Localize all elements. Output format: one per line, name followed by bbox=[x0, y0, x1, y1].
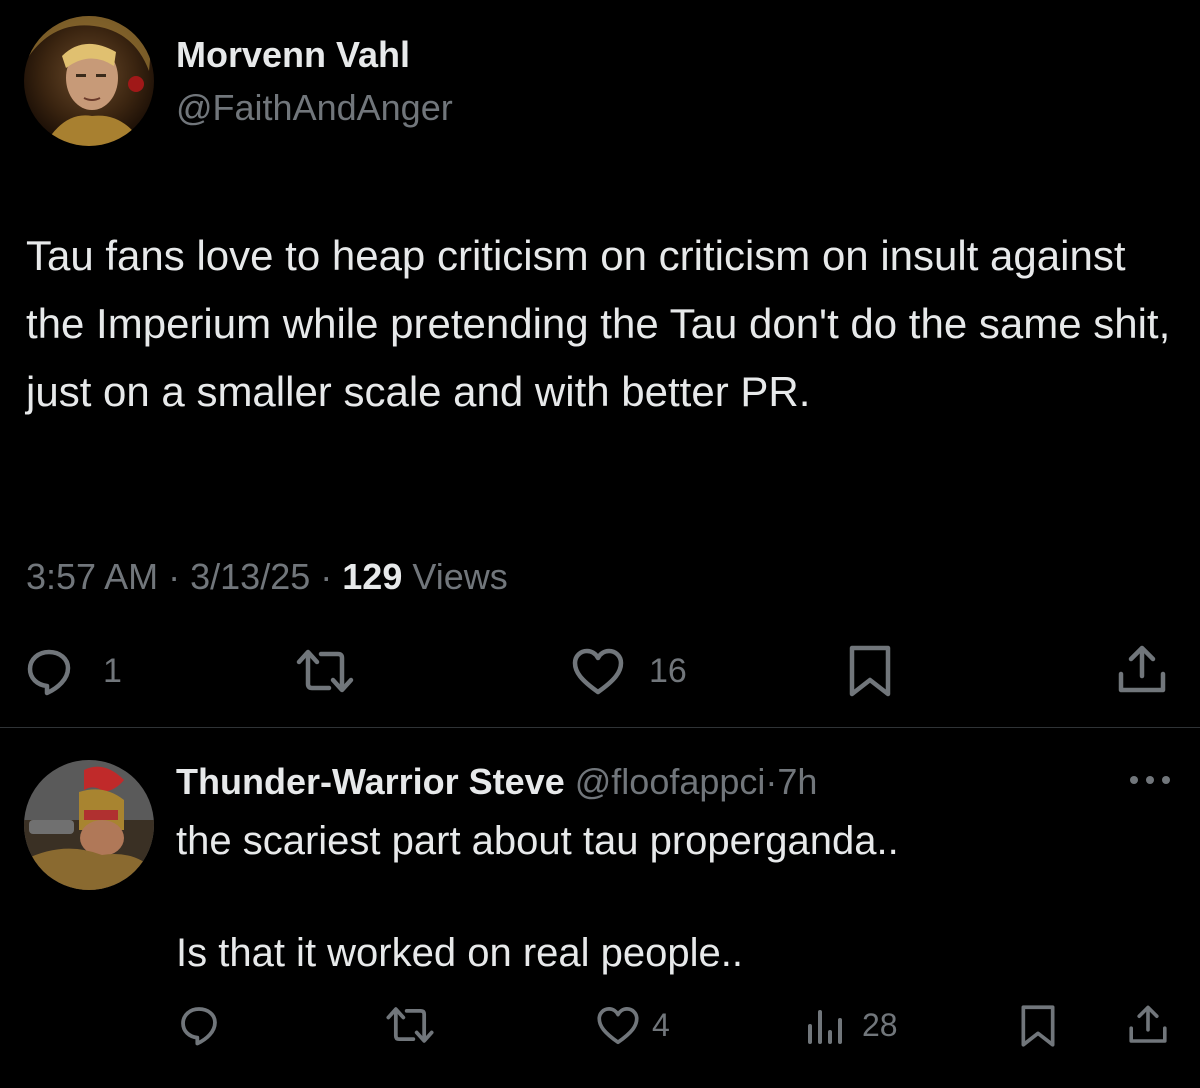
main-author-handle[interactable]: @FaithAndAnger bbox=[176, 87, 453, 129]
meta-separator: · bbox=[320, 556, 333, 597]
views-count: 129 bbox=[342, 556, 403, 597]
more-dots-icon bbox=[1130, 776, 1170, 784]
analytics-icon bbox=[808, 1010, 842, 1044]
heart-icon bbox=[597, 1007, 639, 1045]
views-label: Views bbox=[412, 556, 508, 597]
reply-reply-button[interactable] bbox=[178, 1004, 220, 1046]
retweet-icon bbox=[386, 1007, 434, 1043]
like-count: 16 bbox=[649, 652, 687, 690]
bookmark-button[interactable] bbox=[848, 644, 892, 698]
main-tweet-meta: 3:57 AM · 3/13/25 · 129 Views bbox=[26, 556, 508, 598]
reply-like-count: 4 bbox=[652, 1007, 670, 1043]
reply-age[interactable]: 7h bbox=[777, 761, 817, 802]
heart-icon bbox=[572, 648, 624, 695]
main-tweet-text: Tau fans love to heap criticism on criti… bbox=[26, 232, 1171, 415]
like-button[interactable] bbox=[571, 648, 625, 696]
retweet-button[interactable] bbox=[295, 646, 355, 696]
reply-text-line-2: Is that it worked on real people.. bbox=[176, 931, 743, 975]
reply-share-button[interactable] bbox=[1128, 1004, 1168, 1046]
reply-text-line-1: the scariest part about tau properganda.… bbox=[176, 819, 899, 863]
tweet-time[interactable]: 3:57 AM bbox=[26, 556, 158, 597]
reply-views-count: 28 bbox=[862, 1007, 898, 1043]
reply-icon bbox=[181, 1007, 217, 1046]
share-button[interactable] bbox=[1117, 644, 1167, 696]
meta-separator: · bbox=[168, 556, 181, 597]
reply-views-button[interactable] bbox=[806, 1008, 846, 1044]
reply-count: 1 bbox=[103, 652, 122, 690]
tweet-divider bbox=[0, 727, 1200, 728]
reply-header: Thunder-Warrior Steve @floofappci·7h bbox=[176, 760, 817, 804]
main-author-name[interactable]: Morvenn Vahl bbox=[176, 34, 410, 76]
reply-retweet-button[interactable] bbox=[385, 1004, 435, 1046]
share-icon bbox=[1129, 1005, 1167, 1043]
bookmark-icon bbox=[1021, 1005, 1055, 1047]
main-author-avatar[interactable] bbox=[24, 16, 154, 146]
bookmark-icon bbox=[849, 645, 891, 697]
share-icon bbox=[1118, 645, 1166, 693]
reply-bookmark-button[interactable] bbox=[1020, 1004, 1056, 1048]
reply-button[interactable] bbox=[24, 646, 74, 696]
more-options-button[interactable] bbox=[1128, 770, 1172, 790]
reply-author-handle[interactable]: @floofappci bbox=[575, 761, 766, 802]
reply-author-avatar[interactable] bbox=[24, 760, 154, 890]
tweet-date[interactable]: 3/13/25 bbox=[190, 556, 310, 597]
reply-icon bbox=[27, 649, 71, 696]
meta-separator: · bbox=[765, 761, 778, 802]
retweet-icon bbox=[296, 649, 354, 693]
reply-like-button[interactable] bbox=[596, 1006, 640, 1046]
reply-author-name[interactable]: Thunder-Warrior Steve bbox=[176, 761, 565, 802]
